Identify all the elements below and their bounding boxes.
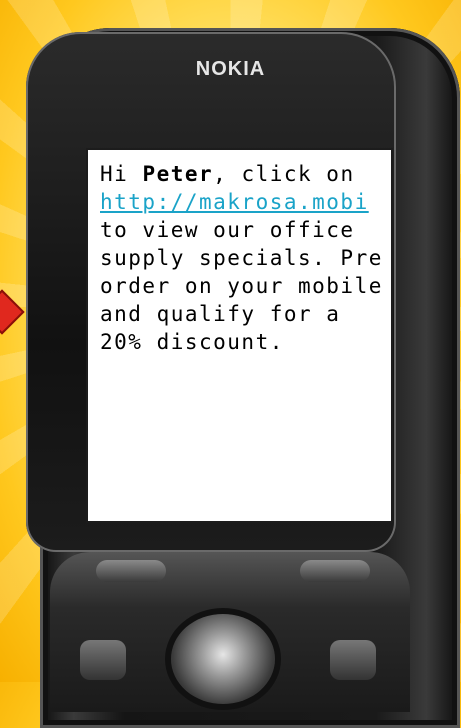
phone-brand-logo: NOKIA [195,58,266,80]
message-link[interactable]: http://makrosa.mobi [100,190,369,214]
message-body: to view our office supply specials. Pre … [100,218,383,354]
phone-screen: Hi Peter, click on http://makrosa.mobi t… [86,148,393,523]
end-call-key[interactable] [330,640,376,680]
message-intro: , click on [213,162,355,186]
call-key[interactable] [80,640,126,680]
left-soft-key[interactable] [96,560,166,582]
navigation-key[interactable] [171,614,275,704]
right-soft-key[interactable] [300,560,370,582]
message-greeting: Hi [100,162,143,186]
message-recipient-name: Peter [142,162,214,186]
